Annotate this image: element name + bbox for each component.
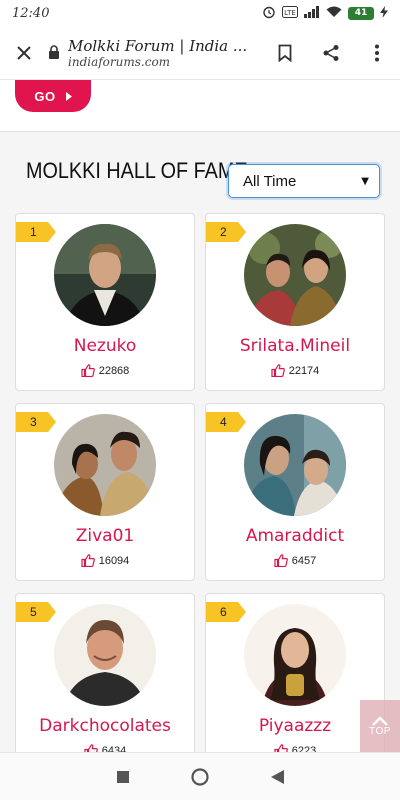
thumbs-up-icon — [274, 554, 288, 567]
likes-count: 22174 — [288, 364, 320, 377]
member-name[interactable]: Piyaazzz — [206, 716, 384, 736]
page-title: Molkki Forum | India ... — [68, 36, 248, 55]
square-icon — [116, 770, 129, 783]
home-button[interactable] — [180, 757, 220, 797]
member-card-2[interactable]: 2 Srilata.Mineil 22174 — [205, 213, 385, 391]
go-button[interactable]: GO — [15, 80, 91, 112]
lock-icon — [49, 45, 59, 59]
page-host: indiaforums.com — [68, 54, 171, 69]
member-avatar[interactable] — [244, 604, 346, 706]
rank-badge: 3 — [16, 412, 56, 432]
back-button[interactable] — [257, 757, 297, 797]
thumbs-up-icon — [81, 554, 95, 567]
page: 12:40 LTE 41 Molkki Forum | India ... in… — [0, 0, 400, 800]
wifi-icon — [326, 6, 342, 21]
system-nav-bar — [0, 752, 400, 800]
member-name[interactable]: Amaraddict — [206, 526, 384, 546]
likes-row: 16094 — [16, 554, 194, 567]
recents-button[interactable] — [103, 757, 143, 797]
battery-indicator: 41 — [348, 6, 374, 20]
circle-icon — [191, 767, 209, 786]
go-section: GO — [0, 80, 400, 132]
status-bar: 12:40 LTE 41 — [0, 0, 400, 26]
likes-count: 22868 — [98, 364, 130, 377]
member-card-5[interactable]: 5 Darkchocolates 6434 — [15, 593, 195, 771]
likes-row: 22868 — [16, 364, 194, 377]
period-select[interactable]: All Time ▼ — [228, 164, 380, 198]
url-text: Molkki Forum | India ... indiaforums.com — [68, 37, 247, 69]
go-button-label: GO — [34, 88, 56, 104]
rank-badge: 4 — [206, 412, 246, 432]
back-to-top-label: TOP — [369, 725, 391, 737]
bookmark-button[interactable] — [262, 26, 308, 80]
rank-badge: 2 — [206, 222, 246, 242]
thumbs-up-icon — [81, 364, 95, 377]
svg-text:LTE: LTE — [284, 9, 296, 17]
likes-row: 6457 — [206, 554, 384, 567]
thumbs-up-icon — [271, 364, 285, 377]
member-name[interactable]: Ziva01 — [16, 526, 194, 546]
likes-count: 6457 — [291, 554, 317, 567]
member-name[interactable]: Srilata.Mineil — [206, 336, 384, 356]
back-to-top-button[interactable]: TOP — [360, 700, 400, 752]
bookmark-icon — [278, 44, 292, 62]
close-icon — [17, 45, 31, 60]
member-avatar[interactable] — [54, 224, 156, 326]
url-bar[interactable]: Molkki Forum | India ... indiaforums.com — [48, 37, 262, 69]
member-name[interactable]: Darkchocolates — [16, 716, 194, 736]
member-avatar[interactable] — [244, 224, 346, 326]
caret-down-icon: ▼ — [361, 175, 369, 187]
member-name[interactable]: Nezuko — [16, 336, 194, 356]
member-avatar[interactable] — [244, 414, 346, 516]
member-avatar[interactable] — [54, 414, 156, 516]
more-options-button[interactable] — [354, 26, 400, 80]
hall-of-fame-title: MOLKKI HALL OF FAME — [26, 158, 248, 183]
toolbar-actions — [262, 26, 400, 80]
close-button[interactable] — [0, 26, 48, 80]
period-select-value: All Time — [243, 172, 297, 190]
charging-icon — [380, 5, 388, 21]
volte-icon: LTE — [282, 5, 298, 21]
more-vert-icon — [375, 44, 379, 61]
member-card-6[interactable]: 6 Piyaazzz 6223 — [205, 593, 385, 771]
browser-toolbar: Molkki Forum | India ... indiaforums.com — [0, 26, 400, 80]
member-avatar[interactable] — [54, 604, 156, 706]
rank-badge: 1 — [16, 222, 56, 242]
status-time: 12:40 — [12, 5, 50, 21]
share-button[interactable] — [308, 26, 354, 80]
likes-count: 16094 — [98, 554, 130, 567]
likes-row: 22174 — [206, 364, 384, 377]
member-card-4[interactable]: 4 Amaraddict 6457 — [205, 403, 385, 581]
chevron-up-icon — [372, 715, 388, 726]
rank-badge: 6 — [206, 602, 246, 622]
status-icons: LTE 41 — [262, 5, 388, 22]
signal-icon — [304, 5, 320, 21]
rank-badge: 5 — [16, 602, 56, 622]
member-card-1[interactable]: 1 Nezuko 22868 — [15, 213, 195, 391]
chevron-right-icon — [65, 91, 72, 101]
share-icon — [323, 44, 339, 61]
alarm-icon — [262, 5, 276, 22]
member-card-3[interactable]: 3 Ziva01 16094 — [15, 403, 195, 581]
triangle-back-icon — [270, 769, 284, 784]
